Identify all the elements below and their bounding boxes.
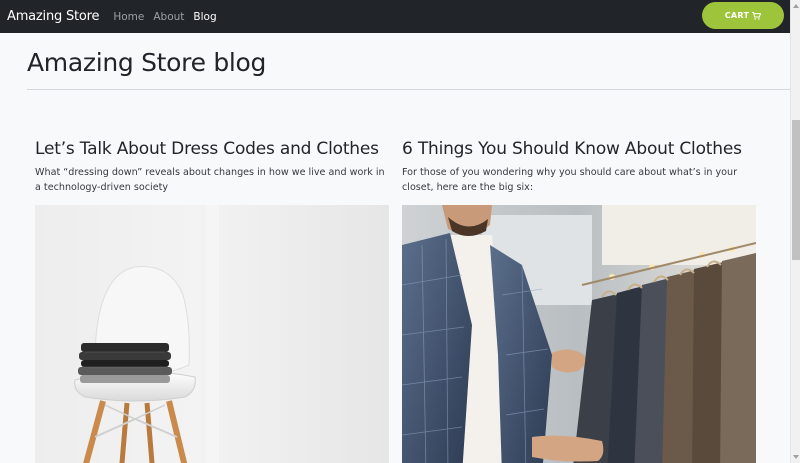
nav-link-home[interactable]: Home	[113, 11, 144, 23]
scroll-up-icon[interactable]	[792, 1, 800, 11]
post-title[interactable]: Let’s Talk About Dress Codes and Clothes	[35, 138, 389, 160]
post-excerpt: What “dressing down” reveals about chang…	[35, 167, 385, 193]
white-chair-with-folded-clothes-image[interactable]	[35, 205, 389, 463]
cart-label: CART	[724, 11, 750, 20]
blog-post-card[interactable]: Let’s Talk About Dress Codes and Clothes…	[35, 138, 389, 463]
navbar: Amazing Store Home About Blog CART	[0, 0, 790, 33]
blog-post-card[interactable]: 6 Things You Should Know About Clothes F…	[402, 138, 756, 463]
nav-link-about[interactable]: About	[153, 11, 184, 23]
man-browsing-suit-rack-image[interactable]	[402, 205, 756, 463]
post-excerpt: For those of you wondering why you shoul…	[402, 167, 738, 193]
page-header: Amazing Store blog	[27, 48, 790, 90]
post-title[interactable]: 6 Things You Should Know About Clothes	[402, 138, 756, 160]
cart-icon	[752, 11, 762, 20]
scroll-down-icon[interactable]	[792, 452, 800, 462]
nav-link-blog[interactable]: Blog	[193, 11, 216, 23]
page-title: Amazing Store blog	[27, 48, 267, 77]
cart-button[interactable]: CART	[702, 2, 784, 29]
page-scrollbar[interactable]	[790, 0, 800, 463]
scrollbar-thumb[interactable]	[792, 120, 800, 260]
brand-logo[interactable]: Amazing Store	[7, 9, 100, 24]
